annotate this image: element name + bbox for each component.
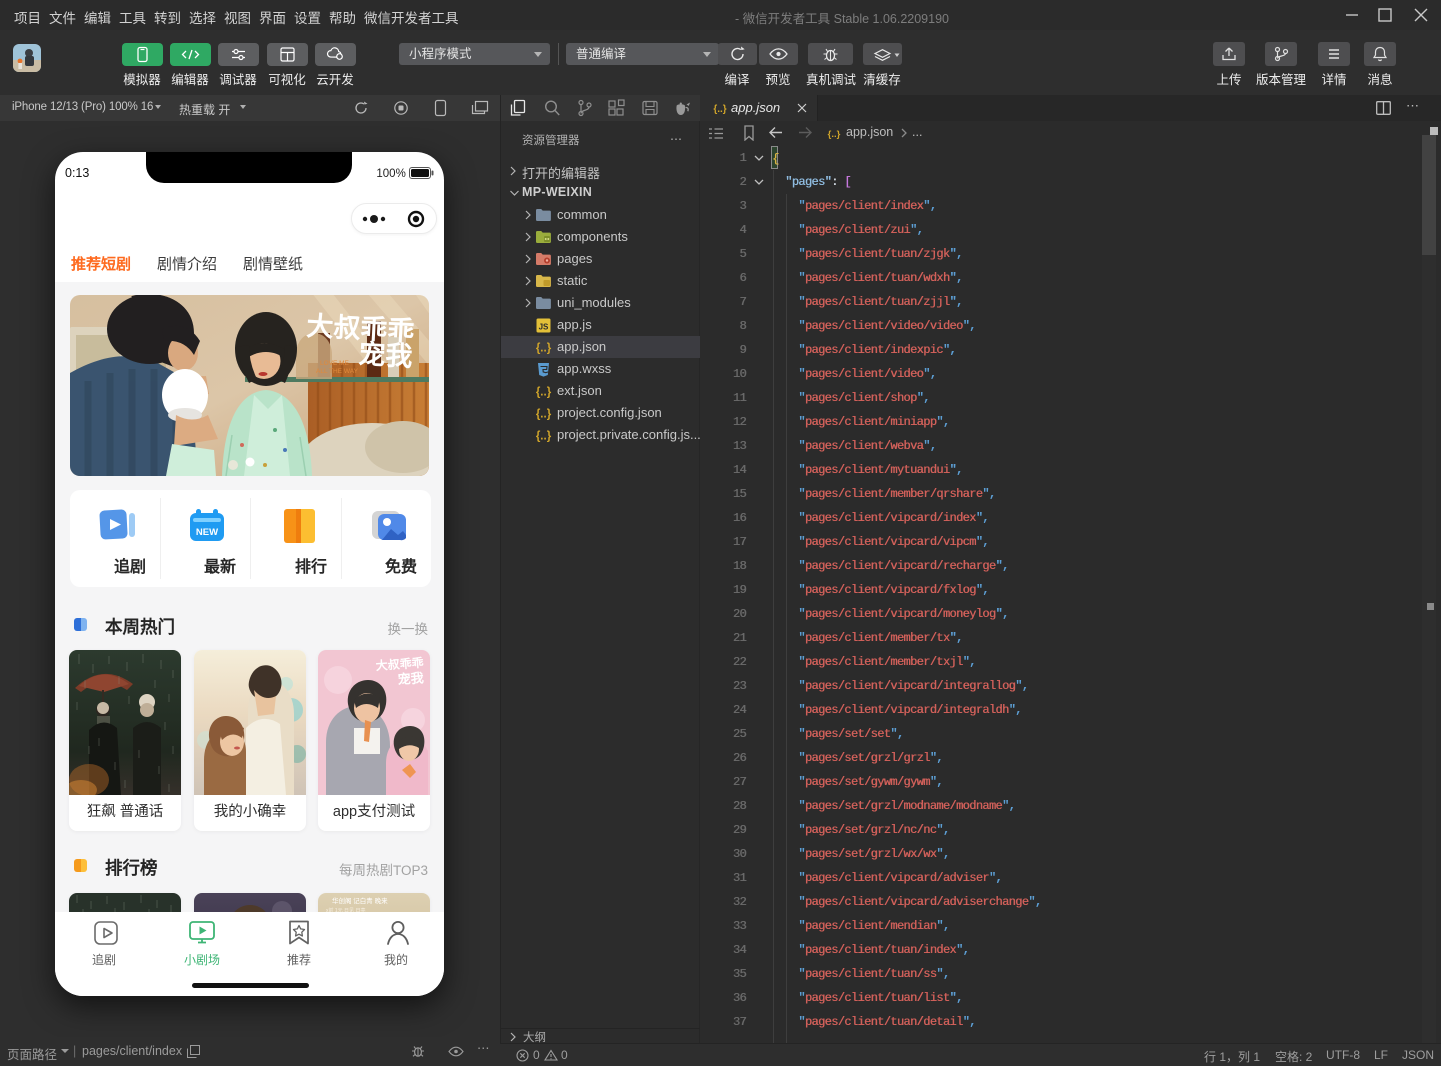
svg-text:ALL THE WAY: ALL THE WAY — [316, 368, 359, 375]
svg-text:{..}: {..} — [536, 409, 552, 421]
svg-text:LOVE ME: LOVE ME — [320, 360, 350, 367]
svg-text:{..}: {..} — [713, 104, 726, 115]
svg-text:宠我: 宠我 — [358, 338, 414, 372]
svg-text:{..}: {..} — [828, 129, 841, 140]
svg-text:华创阁 记白青 晚来: 华创阁 记白青 晚来 — [332, 896, 388, 905]
svg-text:{..}: {..} — [536, 343, 552, 355]
svg-text:JS: JS — [539, 323, 549, 332]
svg-text:{..}: {..} — [536, 387, 552, 399]
svg-text:NEW: NEW — [196, 527, 218, 538]
svg-text:{..}: {..} — [536, 431, 552, 443]
svg-text:宠我: 宠我 — [397, 670, 424, 687]
